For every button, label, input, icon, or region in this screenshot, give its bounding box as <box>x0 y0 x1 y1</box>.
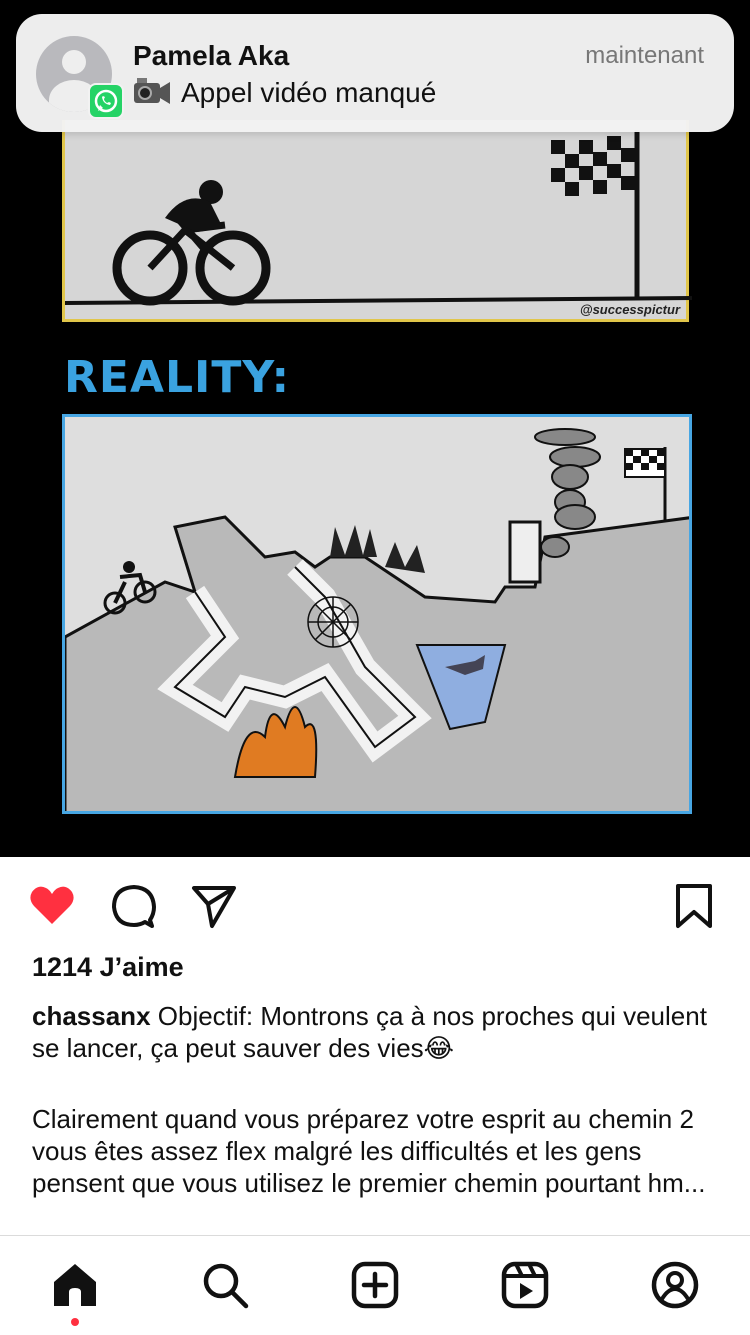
notification-banner[interactable]: Pamela Aka maintenant Appel vidéo manqué <box>16 14 734 132</box>
bottom-tab-bar <box>0 1235 750 1335</box>
reality-illustration <box>65 428 689 811</box>
expectation-panel: @successpictur <box>62 120 693 322</box>
home-icon[interactable] <box>50 1260 100 1310</box>
video-camera-icon <box>133 76 171 106</box>
post-actions <box>0 870 750 940</box>
notification-message: Appel vidéo manqué <box>181 77 437 108</box>
bookmark-icon[interactable] <box>670 882 718 930</box>
whatsapp-icon <box>88 83 124 119</box>
notification-sender: Pamela Aka <box>133 40 290 71</box>
send-icon[interactable] <box>190 882 238 930</box>
post-caption-more: Clairement quand vous préparez votre esp… <box>32 1104 706 1198</box>
create-icon[interactable] <box>350 1260 400 1310</box>
caption-username[interactable]: chassanx <box>32 1001 151 1031</box>
active-tab-indicator <box>71 1318 79 1326</box>
post-caption: chassanx Objectif: Montrons ça à nos pro… <box>32 1000 722 1064</box>
notification-time: maintenant <box>585 42 704 69</box>
heart-filled-icon[interactable] <box>28 882 76 930</box>
reels-icon[interactable] <box>500 1260 550 1310</box>
comment-icon[interactable] <box>110 882 158 930</box>
expectation-illustration <box>64 130 693 306</box>
profile-icon[interactable] <box>650 1260 700 1310</box>
reality-panel <box>62 414 692 814</box>
notification-message-row: Appel vidéo manqué <box>133 76 436 109</box>
reality-label: REALITY: <box>64 352 291 403</box>
likes-count[interactable]: 1214 J’aime <box>32 952 184 983</box>
search-icon[interactable] <box>200 1260 250 1310</box>
watermark: @successpictur <box>579 302 680 317</box>
